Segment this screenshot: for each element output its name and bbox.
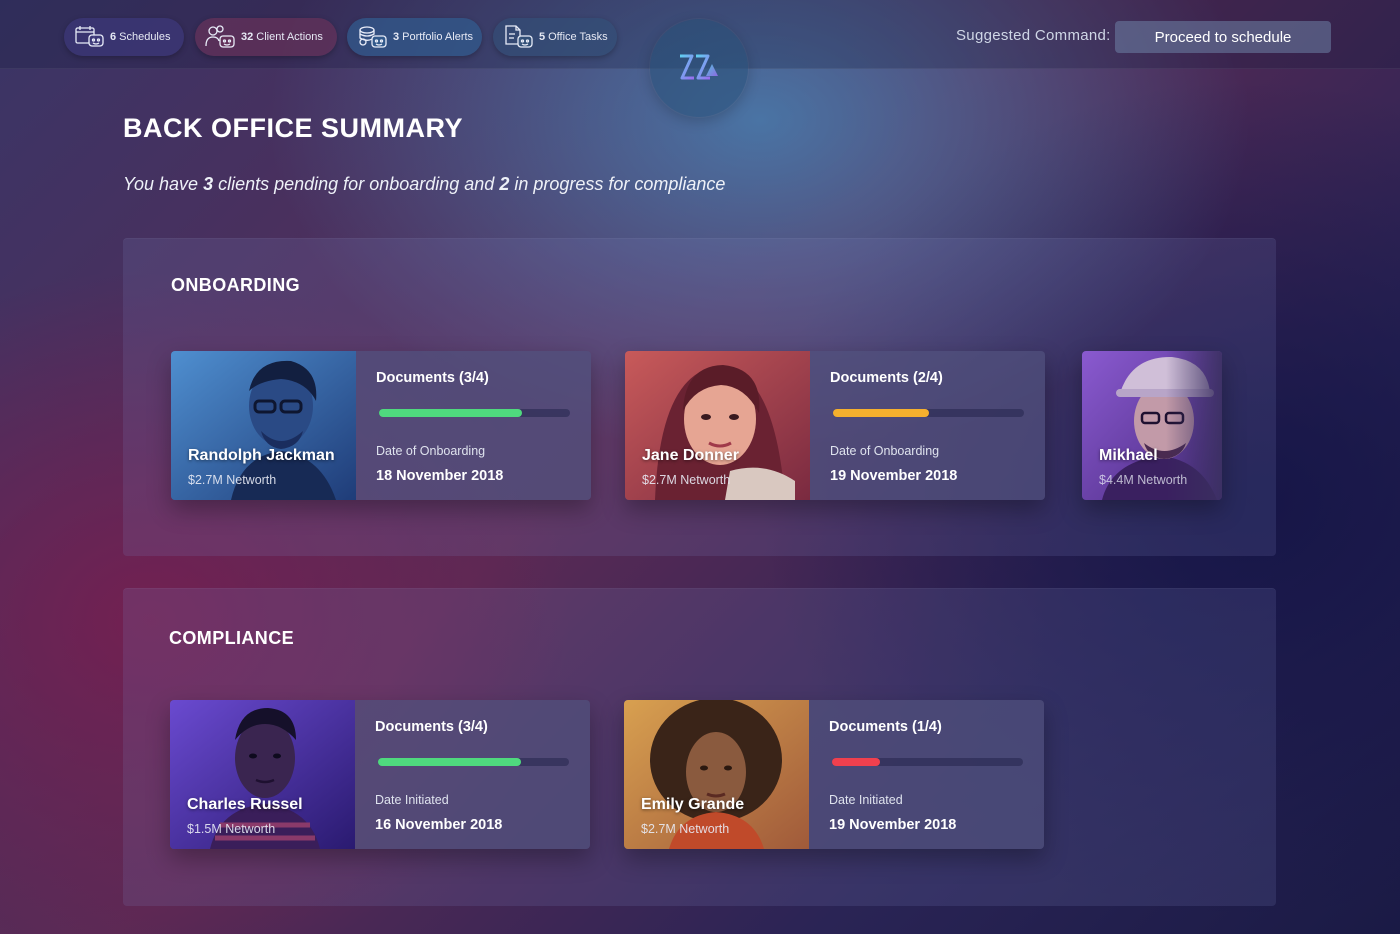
client-name: Jane Donner xyxy=(642,447,739,464)
onboarding-section: ONBOARDING Randolph Jackman $2.7M Networ… xyxy=(123,238,1276,556)
users-robot-icon xyxy=(205,24,237,50)
compliance-section: COMPLIANCE Charles Russel $1.5M Networth… xyxy=(123,588,1276,906)
client-actions-pill[interactable]: 32 Client Actions xyxy=(195,18,337,56)
pill-count: 3 xyxy=(393,31,400,43)
pill-count: 5 xyxy=(539,31,546,43)
pill-count: 6 xyxy=(110,31,117,43)
date-label: Date Initiated xyxy=(829,793,903,807)
date-value: 18 November 2018 xyxy=(376,468,504,484)
date-value: 19 November 2018 xyxy=(829,817,957,833)
document-robot-icon xyxy=(503,24,535,50)
section-title: COMPLIANCE xyxy=(169,628,294,648)
summary-middle: clients pending for onboarding and xyxy=(213,174,500,194)
client-networth: $4.4M Networth xyxy=(1099,473,1188,487)
documents-count: Documents (2/4) xyxy=(830,370,943,386)
date-label: Date of Onboarding xyxy=(376,444,486,458)
documents-count: Documents (3/4) xyxy=(376,370,489,386)
progress-fill xyxy=(378,758,522,766)
date-label: Date Initiated xyxy=(375,793,449,807)
app-logo[interactable] xyxy=(650,19,748,117)
date-value: 19 November 2018 xyxy=(830,468,958,484)
documents-count: Documents (3/4) xyxy=(375,719,488,735)
client-card[interactable]: Charles Russel $1.5M Networth Documents … xyxy=(170,700,590,849)
proceed-to-schedule-button[interactable]: Proceed to schedule xyxy=(1115,21,1331,53)
client-name: Randolph Jackman xyxy=(188,447,335,464)
suggested-command-label: Suggested Command: xyxy=(956,27,1111,44)
documents-progress-bar xyxy=(833,409,1024,417)
page-title: BACK OFFICE SUMMARY xyxy=(123,113,463,143)
progress-fill xyxy=(379,409,523,417)
date-value: 16 November 2018 xyxy=(375,817,503,833)
documents-progress-bar xyxy=(378,758,569,766)
client-card[interactable]: Emily Grande $2.7M Networth Documents (1… xyxy=(624,700,1044,849)
progress-fill xyxy=(833,409,929,417)
client-photo: Randolph Jackman $2.7M Networth xyxy=(171,351,356,500)
documents-count: Documents (1/4) xyxy=(829,719,942,735)
office-tasks-pill[interactable]: 5 Office Tasks xyxy=(493,18,617,56)
client-photo: Emily Grande $2.7M Networth xyxy=(624,700,809,849)
summary-suffix: in progress for compliance xyxy=(509,174,726,194)
section-title: ONBOARDING xyxy=(171,275,300,295)
client-name: Charles Russel xyxy=(187,796,303,813)
client-card[interactable]: Randolph Jackman $2.7M Networth Document… xyxy=(171,351,591,500)
pill-count: 32 xyxy=(241,31,254,43)
in-progress-count: 2 xyxy=(499,174,510,194)
coins-robot-icon xyxy=(357,24,389,50)
documents-progress-bar xyxy=(832,758,1023,766)
date-label: Date of Onboarding xyxy=(830,444,940,458)
client-card[interactable]: Mikhael $4.4M Networth xyxy=(1082,351,1222,500)
portfolio-alerts-pill[interactable]: 3 Portfolio Alerts xyxy=(347,18,482,56)
documents-progress-bar xyxy=(379,409,570,417)
client-name: Mikhael xyxy=(1099,447,1158,464)
summary-prefix: You have xyxy=(123,174,204,194)
client-networth: $2.7M Networth xyxy=(188,473,277,487)
client-photo: Jane Donner $2.7M Networth xyxy=(625,351,810,500)
client-networth: $2.7M Networth xyxy=(642,473,731,487)
client-photo: Charles Russel $1.5M Networth xyxy=(170,700,355,849)
progress-fill xyxy=(832,758,880,766)
schedules-pill[interactable]: 6 Schedules xyxy=(64,18,184,56)
zigzag-logo-icon xyxy=(680,54,718,80)
summary-text: You have 3 clients pending for onboardin… xyxy=(123,174,725,195)
pill-label: Office Tasks xyxy=(548,31,608,43)
pill-label: Portfolio Alerts xyxy=(402,31,474,43)
calendar-robot-icon xyxy=(74,24,106,50)
client-name: Emily Grande xyxy=(641,796,745,813)
client-networth: $2.7M Networth xyxy=(641,822,730,836)
pending-count: 3 xyxy=(203,174,214,194)
pill-label: Schedules xyxy=(119,31,171,43)
client-networth: $1.5M Networth xyxy=(187,822,276,836)
pill-label: Client Actions xyxy=(256,31,323,43)
client-card[interactable]: Jane Donner $2.7M Networth Documents (2/… xyxy=(625,351,1045,500)
